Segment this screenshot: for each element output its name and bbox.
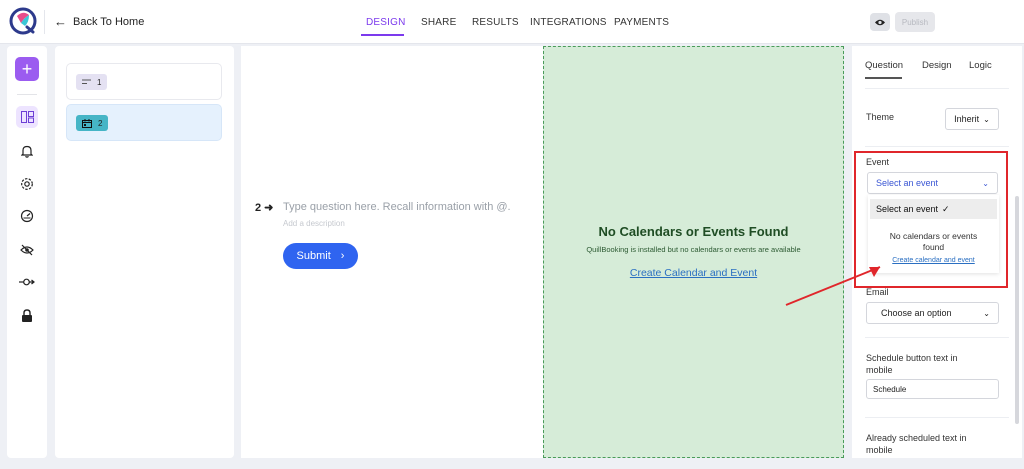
nav-design[interactable]: DESIGN: [366, 17, 406, 28]
chevron-down-icon: ⌄: [983, 308, 990, 318]
tab-question[interactable]: Question: [865, 60, 903, 71]
rail-divider: [17, 94, 37, 95]
event-option[interactable]: Select an event ✓: [870, 199, 997, 219]
top-bar: ← Back To Home DESIGN SHARE RESULTS INTE…: [0, 0, 1024, 44]
settings-tabs: Question Design Logic: [852, 46, 1022, 86]
back-label: Back To Home: [73, 15, 145, 28]
blocks-panel: 1 2: [55, 46, 234, 458]
block-index: 2: [98, 118, 103, 128]
event-select[interactable]: Select an event ⌄: [867, 172, 998, 194]
tab-design[interactable]: Design: [922, 60, 952, 71]
booking-preview: No Calendars or Events Found QuillBookin…: [543, 46, 844, 458]
eye-off-icon[interactable]: [16, 239, 38, 261]
header-divider: [44, 10, 45, 34]
nav-share[interactable]: SHARE: [421, 17, 456, 28]
chevron-down-icon: ⌄: [983, 114, 990, 124]
schedule-text-input[interactable]: [866, 379, 999, 399]
gear-icon[interactable]: [16, 173, 38, 195]
preview-button[interactable]: [870, 13, 890, 31]
app-logo-icon[interactable]: [8, 6, 38, 36]
preview-title: No Calendars or Events Found: [598, 224, 789, 239]
section-divider: [865, 417, 1009, 418]
section-divider: [865, 146, 1009, 147]
email-label: Email: [866, 287, 889, 297]
form-canvas: 2 ➜ Type question here. Recall informati…: [241, 46, 543, 458]
tab-active-indicator: [865, 77, 902, 79]
schedule-label: Schedule button text in mobile: [866, 353, 958, 375]
check-icon: ✓: [942, 203, 950, 214]
connector-icon[interactable]: [16, 271, 38, 293]
block-index: 1: [97, 77, 102, 87]
no-events-text: No calendars or events found: [889, 231, 978, 252]
preview-subtitle: QuillBooking is installed but no calenda…: [586, 245, 801, 254]
chevron-right-icon: ›: [340, 250, 345, 262]
lock-icon[interactable]: [16, 304, 38, 326]
nav-results[interactable]: RESULTS: [472, 17, 519, 28]
block-badge: 1: [76, 74, 108, 90]
short-text-icon: [82, 79, 91, 84]
eye-icon: [875, 19, 885, 25]
block-item-selected[interactable]: 2: [66, 104, 222, 141]
question-number: 2 ➜: [255, 202, 274, 214]
section-divider: [865, 88, 1009, 89]
theme-select[interactable]: Inherit ⌄: [945, 108, 999, 130]
gauge-icon[interactable]: [16, 205, 38, 227]
event-dropdown: Select an event ✓ No calendars or events…: [868, 195, 999, 273]
publish-button[interactable]: Publish: [895, 12, 935, 32]
event-value: Select an event: [876, 178, 939, 188]
chevron-down-icon: ⌄: [982, 178, 989, 188]
nav-payments[interactable]: PAYMENTS: [614, 17, 669, 28]
add-block-button[interactable]: +: [15, 57, 39, 81]
question-input[interactable]: Type question here. Recall information w…: [283, 201, 511, 213]
blocks-layout-icon[interactable]: [16, 106, 38, 128]
submit-label: Submit: [296, 250, 331, 262]
plus-icon: +: [21, 58, 33, 79]
already-scheduled-label: Already scheduled text in mobile: [866, 433, 967, 455]
create-calendar-dropdown-link[interactable]: Create calendar and event: [868, 257, 999, 264]
settings-panel: Question Design Logic Theme Inherit ⌄ Ev…: [852, 46, 1022, 458]
email-value: Choose an option: [881, 308, 952, 318]
nav-integrations[interactable]: INTEGRATIONS: [530, 17, 607, 28]
back-to-home-link[interactable]: ← Back To Home: [54, 14, 144, 29]
theme-label: Theme: [866, 112, 895, 122]
nav-active-indicator: [361, 34, 404, 36]
block-badge: 2: [76, 115, 109, 131]
email-select[interactable]: Choose an option ⌄: [866, 302, 999, 324]
section-divider: [865, 337, 1009, 338]
left-rail: +: [7, 46, 47, 458]
arrow-left-icon: ←: [54, 14, 67, 29]
event-label: Event: [866, 157, 890, 167]
bell-icon[interactable]: [16, 140, 38, 162]
submit-button[interactable]: Submit ›: [283, 243, 358, 269]
block-item[interactable]: 1: [66, 63, 222, 100]
tab-logic[interactable]: Logic: [969, 60, 992, 71]
event-option-label: Select an event: [876, 204, 939, 214]
create-calendar-link[interactable]: Create Calendar and Event: [544, 267, 843, 279]
settings-scrollbar[interactable]: [1015, 196, 1019, 424]
theme-value: Inherit: [954, 114, 980, 124]
calendar-icon: [82, 118, 92, 128]
description-input[interactable]: Add a description: [283, 219, 345, 228]
